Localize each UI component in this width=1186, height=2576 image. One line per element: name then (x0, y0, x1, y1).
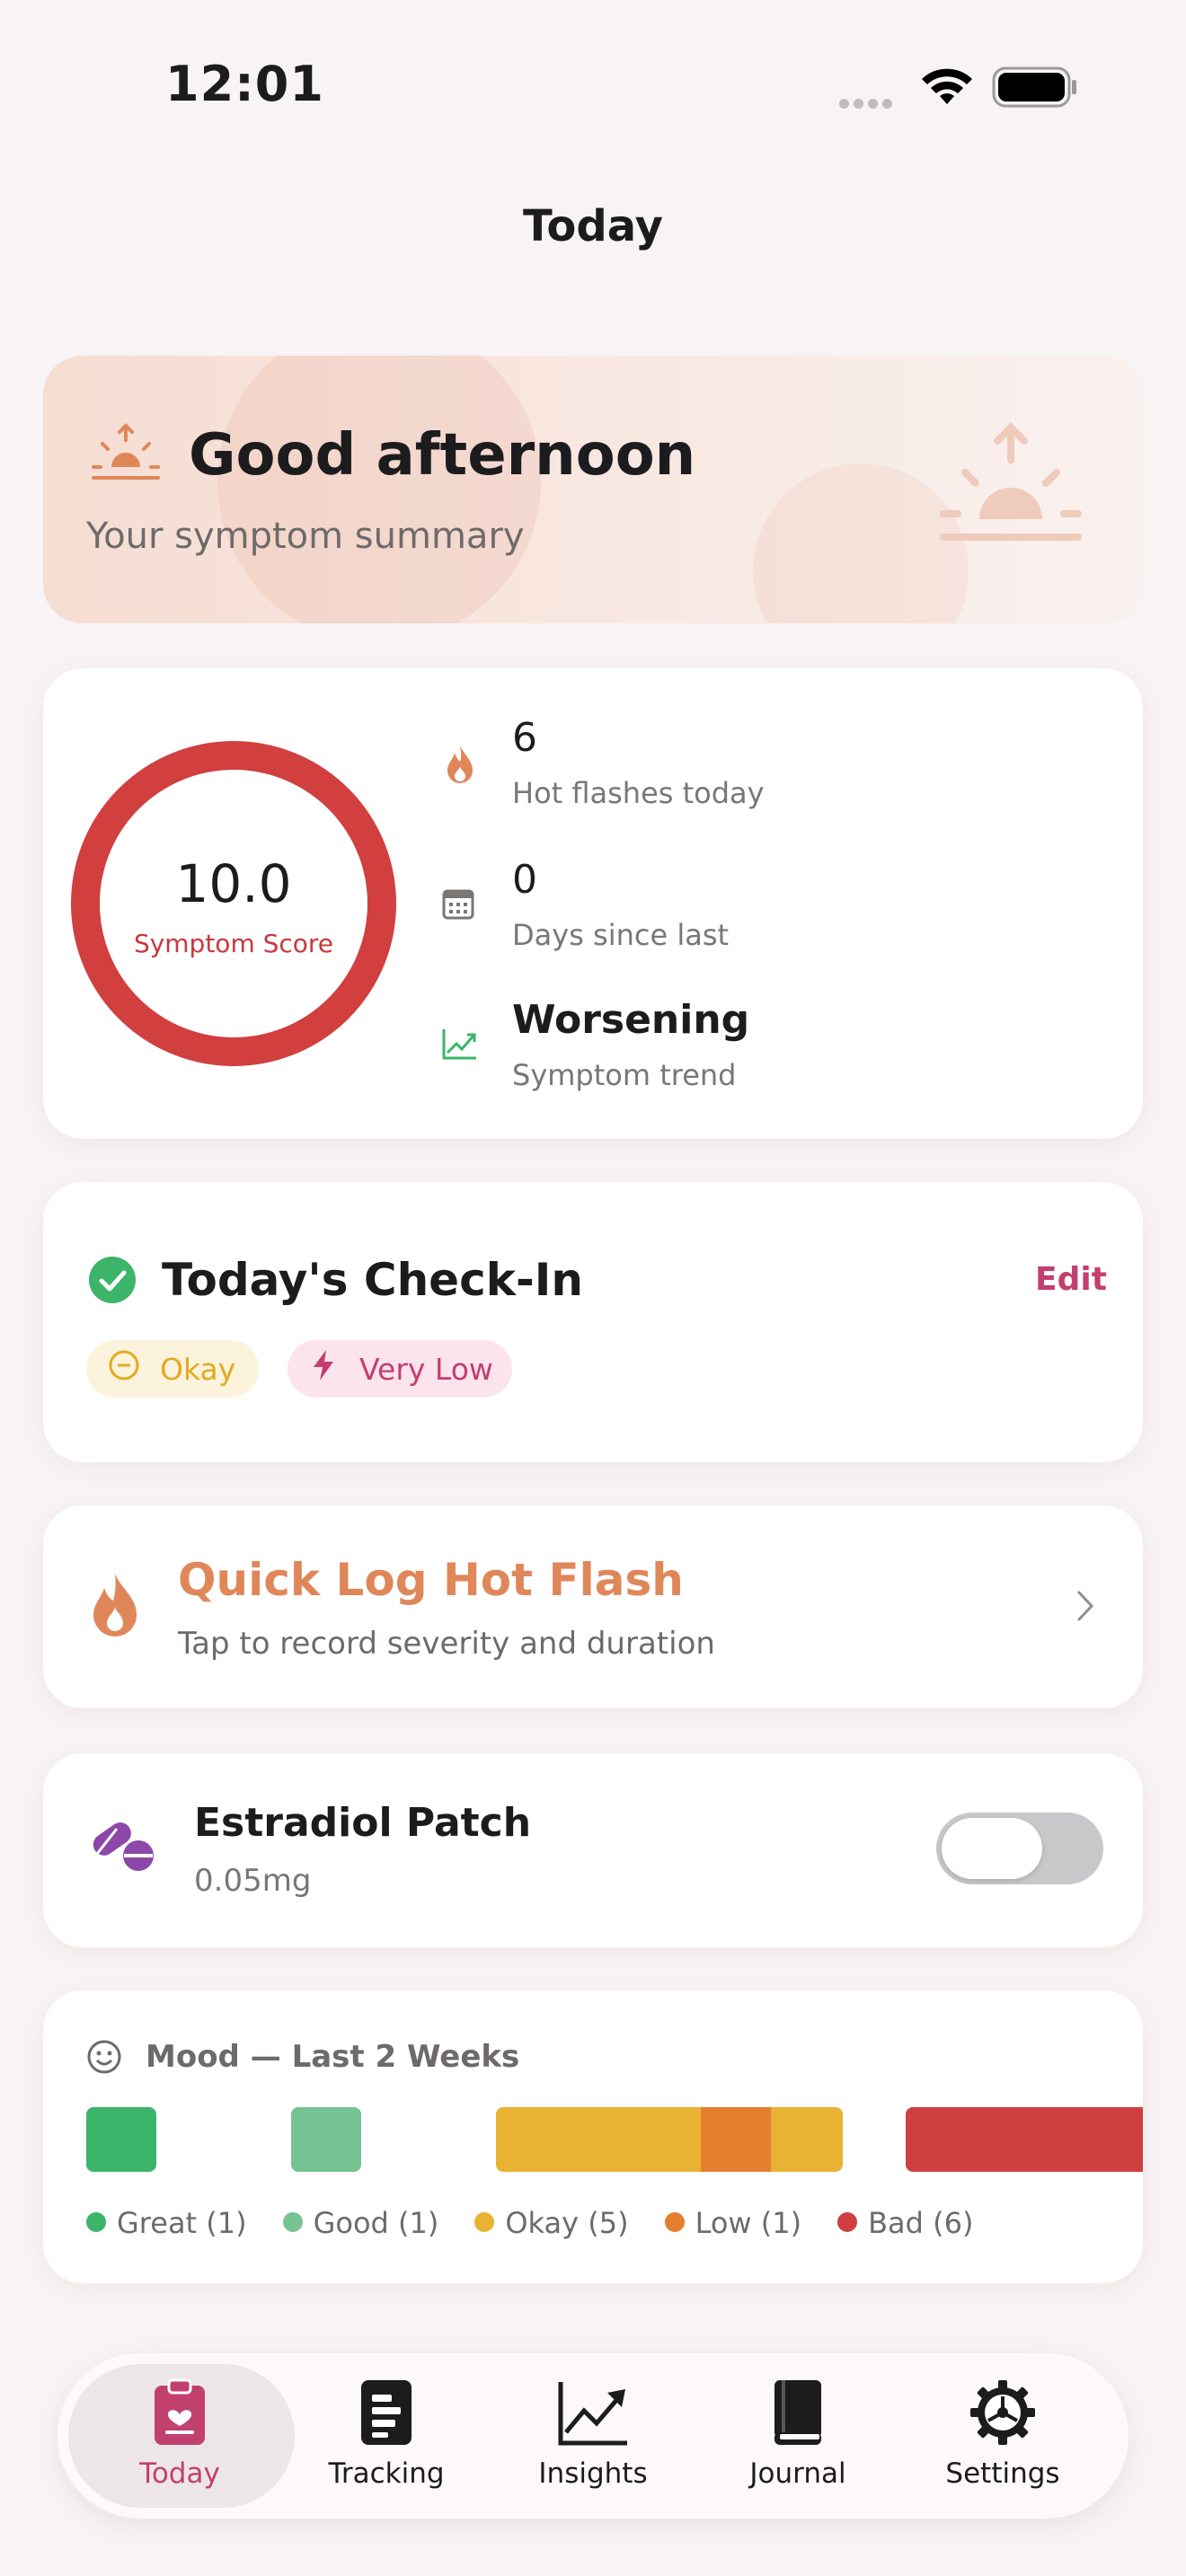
quick-log-title: Quick Log Hot Flash (178, 1554, 684, 1606)
gear-icon (913, 2378, 1093, 2450)
smiley-face-icon (86, 2039, 122, 2078)
tab-today-label: Today (139, 2457, 220, 2490)
quick-log-hot-flash-card[interactable] (43, 1505, 1143, 1708)
tab-journal-label: Journal (749, 2457, 846, 2490)
legend-item-okay: Okay (5) (474, 2206, 629, 2240)
tab-settings[interactable]: Settings (913, 2378, 1093, 2490)
sunrise-icon (90, 422, 162, 489)
toggle-knob (942, 1818, 1042, 1879)
page-title: Today (523, 201, 663, 251)
medication-taken-toggle[interactable] (936, 1813, 1103, 1884)
flame-icon (86, 1572, 144, 1642)
calendar-icon (440, 886, 476, 925)
hot-flashes-count: 6 (512, 715, 537, 761)
chart-up-icon (503, 2378, 683, 2450)
medication-name: Estradiol Patch (194, 1800, 532, 1846)
mood-chip: Okay (86, 1340, 259, 1398)
mood-bar-good (291, 2107, 361, 2172)
wifi-icon (918, 65, 976, 111)
lightning-icon (311, 1349, 336, 1389)
pills-icon (88, 1818, 160, 1879)
tab-journal[interactable]: Journal (708, 2378, 888, 2490)
legend-item-bad: Bad (6) (837, 2206, 973, 2240)
cellular-signal-icon (839, 95, 897, 112)
mood-bar-great (86, 2107, 156, 2172)
legend-item-good: Good (1) (282, 2206, 438, 2240)
tab-today[interactable]: Today (90, 2378, 270, 2490)
symptom-score-label: Symptom Score (133, 929, 334, 958)
neutral-face-icon (108, 1349, 140, 1389)
tab-tracking[interactable]: Tracking (296, 2378, 476, 2490)
mood-legend: Great (1) Good (1) Okay (5) Low (1) Bad … (86, 2206, 973, 2240)
hot-flashes-label: Hot flashes today (512, 776, 765, 810)
days-since-last-value: 0 (512, 857, 537, 903)
mood-bar-bad (906, 2107, 1143, 2172)
mood-bar-okay (496, 2107, 843, 2172)
medication-dose: 0.05mg (194, 1863, 312, 1899)
days-since-last-label: Days since last (512, 918, 730, 952)
legend-item-great: Great (1) (86, 2206, 247, 2240)
battery-icon (992, 66, 1078, 111)
checkin-title: Today's Check-In (162, 1254, 583, 1306)
checkmark-circle-icon (88, 1256, 137, 1308)
symptom-trend-value: Worsening (512, 997, 750, 1043)
energy-chip: Very Low (288, 1340, 512, 1398)
flame-icon (440, 744, 480, 790)
greeting-title: Good afternoon (189, 422, 696, 489)
symptom-score-value: 10.0 (175, 853, 292, 914)
symptom-trend-label: Symptom trend (512, 1058, 737, 1092)
tab-tracking-label: Tracking (328, 2457, 445, 2490)
mood-bar-low (701, 2107, 771, 2172)
sunrise-decoration-icon (934, 419, 1087, 557)
greeting-subtitle: Your symptom summary (86, 516, 525, 557)
list-icon (296, 2378, 476, 2450)
energy-chip-label: Very Low (359, 1351, 493, 1387)
tab-insights[interactable]: Insights (503, 2378, 683, 2490)
chevron-right-icon (1075, 1588, 1096, 1628)
checkin-card (43, 1182, 1143, 1462)
legend-item-low: Low (1) (664, 2206, 801, 2240)
trend-chart-icon (440, 1026, 480, 1065)
status-time: 12:01 (165, 56, 324, 112)
book-icon (708, 2378, 888, 2450)
clipboard-heart-icon (90, 2378, 270, 2450)
mood-history-title: Mood — Last 2 Weeks (146, 2039, 520, 2075)
edit-checkin-button[interactable]: Edit (1035, 1261, 1107, 1298)
quick-log-subtitle: Tap to record severity and duration (178, 1626, 715, 1662)
tab-insights-label: Insights (538, 2457, 648, 2490)
tab-settings-label: Settings (945, 2457, 1060, 2490)
mood-chip-label: Okay (160, 1351, 236, 1387)
